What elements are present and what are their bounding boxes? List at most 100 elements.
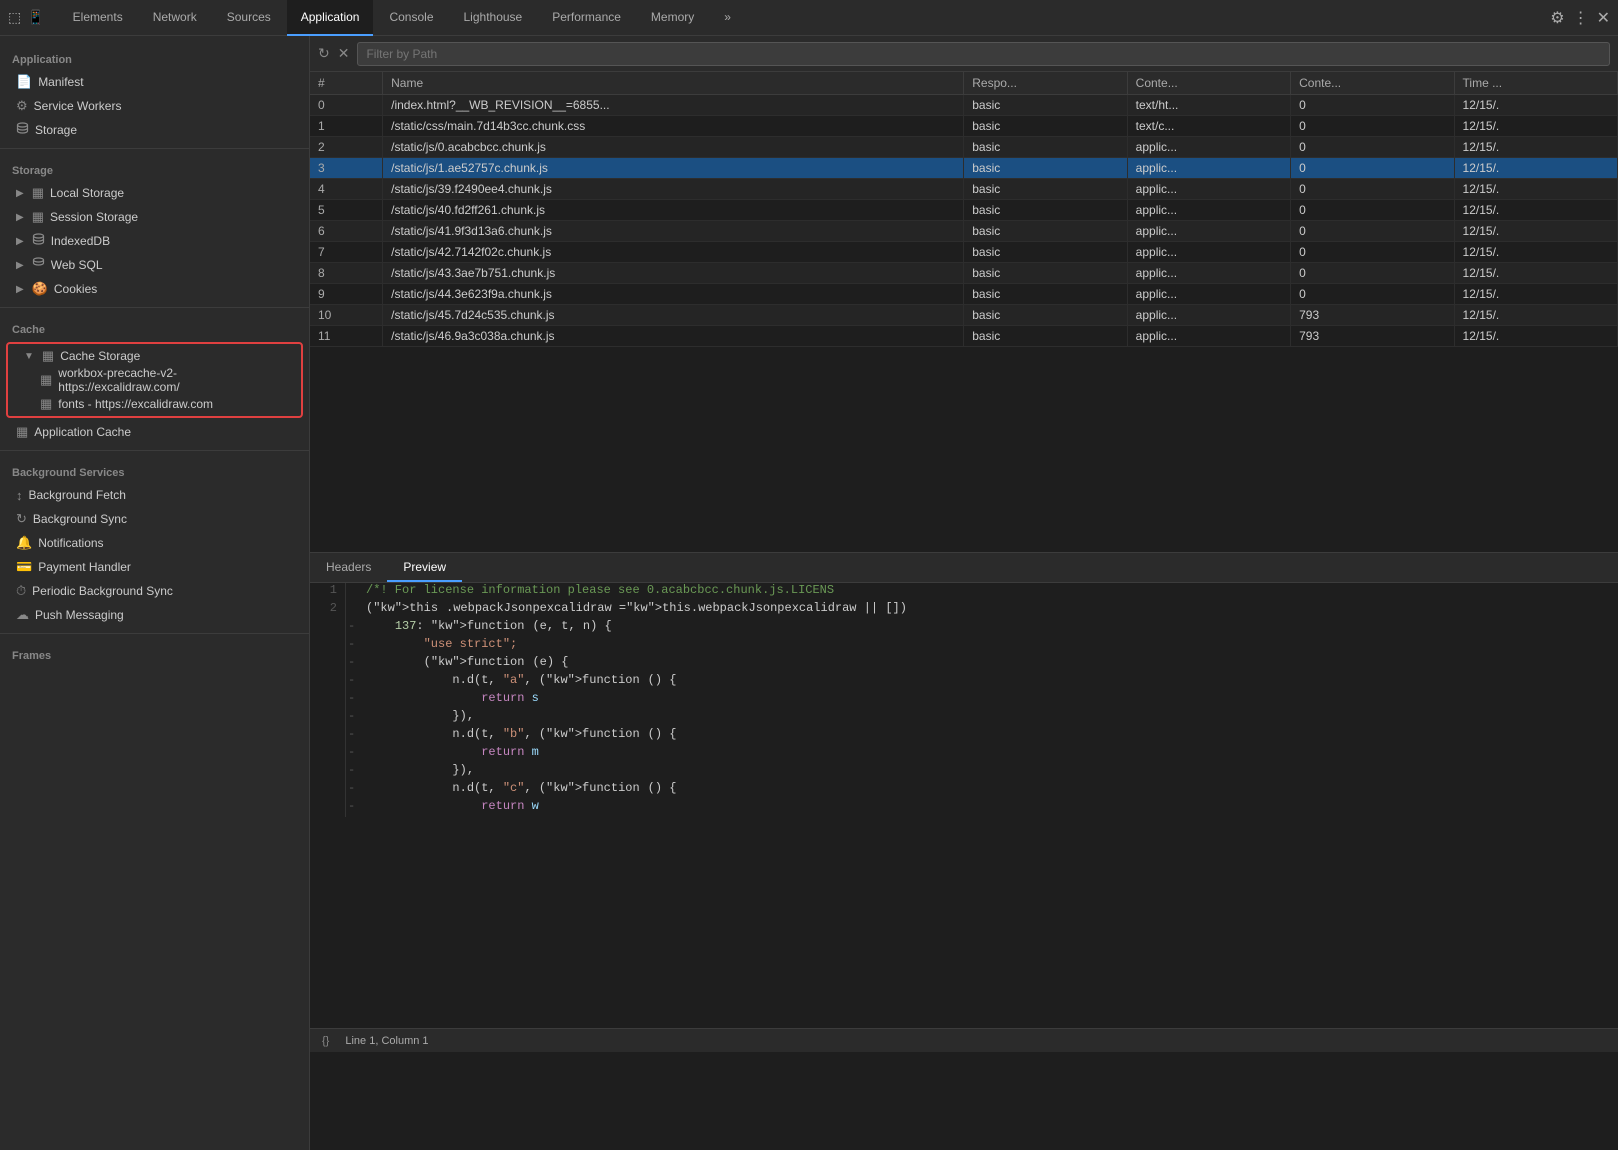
sidebar-section-storage: Storage bbox=[0, 155, 309, 181]
cell-response: basic bbox=[964, 263, 1127, 284]
cell-name: /static/js/0.acabcbcc.chunk.js bbox=[383, 137, 964, 158]
cell-response: basic bbox=[964, 179, 1127, 200]
sidebar-item-periodic-sync[interactable]: ⏱ Periodic Background Sync bbox=[0, 579, 309, 603]
sidebar-item-session-storage[interactable]: ▶ ▦ Session Storage bbox=[0, 205, 309, 229]
table-row[interactable]: 1 /static/css/main.7d14b3cc.chunk.css ba… bbox=[310, 116, 1618, 137]
cell-content-length: 793 bbox=[1291, 326, 1454, 347]
line-content: }), bbox=[358, 763, 482, 781]
sidebar-item-fonts-cache[interactable]: ▦ fonts - https://excalidraw.com bbox=[8, 392, 301, 416]
cell-name: /static/js/39.f2490ee4.chunk.js bbox=[383, 179, 964, 200]
cell-time: 12/15/. bbox=[1454, 242, 1617, 263]
tab-application[interactable]: Application bbox=[287, 0, 374, 36]
line-content: return s bbox=[358, 691, 547, 709]
close-icon[interactable]: ✕ bbox=[1597, 8, 1610, 28]
more-icon[interactable]: ⋮ bbox=[1573, 8, 1589, 28]
bg-fetch-icon: ↕ bbox=[16, 488, 23, 503]
tab-network[interactable]: Network bbox=[139, 0, 211, 36]
table-header-row: # Name Respo... Conte... Conte... Time .… bbox=[310, 72, 1618, 95]
table-row[interactable]: 2 /static/js/0.acabcbcc.chunk.js basic a… bbox=[310, 137, 1618, 158]
tab-preview[interactable]: Preview bbox=[387, 553, 462, 582]
sidebar-item-app-cache[interactable]: ▦ Application Cache bbox=[0, 420, 309, 444]
sidebar-item-websql[interactable]: ▶ Web SQL bbox=[0, 253, 309, 277]
sidebar-item-cookies[interactable]: ▶ 🍪 Cookies bbox=[0, 277, 309, 301]
table-row[interactable]: 9 /static/js/44.3e623f9a.chunk.js basic … bbox=[310, 284, 1618, 305]
app-cache-icon: ▦ bbox=[16, 424, 28, 440]
table-row[interactable]: 4 /static/js/39.f2490ee4.chunk.js basic … bbox=[310, 179, 1618, 200]
code-line: - return w bbox=[310, 799, 1618, 817]
table-row[interactable]: 3 /static/js/1.ae52757c.chunk.js basic a… bbox=[310, 158, 1618, 179]
table-row[interactable]: 7 /static/js/42.7142f02c.chunk.js basic … bbox=[310, 242, 1618, 263]
sidebar-section-frames: Frames bbox=[0, 640, 309, 666]
sidebar-item-service-workers[interactable]: ⚙ Service Workers bbox=[0, 94, 309, 118]
cell-response: basic bbox=[964, 116, 1127, 137]
cell-time: 12/15/. bbox=[1454, 284, 1617, 305]
cell-response: basic bbox=[964, 242, 1127, 263]
cookies-arrow: ▶ bbox=[16, 284, 24, 295]
cursor-icon[interactable]: ⬚ bbox=[8, 9, 21, 26]
tab-headers[interactable]: Headers bbox=[310, 553, 387, 582]
cell-content-type: applic... bbox=[1127, 179, 1290, 200]
line-number bbox=[310, 727, 346, 745]
line-content: /*! For license information please see 0… bbox=[358, 583, 842, 601]
sidebar-item-local-storage-label: Local Storage bbox=[50, 186, 124, 200]
cell-content-length: 0 bbox=[1291, 242, 1454, 263]
settings-icon[interactable]: ⚙ bbox=[1550, 8, 1564, 28]
tab-bar-right: ⚙ ⋮ ✕ bbox=[1550, 8, 1610, 28]
sidebar-item-local-storage[interactable]: ▶ ▦ Local Storage bbox=[0, 181, 309, 205]
sidebar-item-indexeddb[interactable]: ▶ IndexedDB bbox=[0, 229, 309, 253]
cell-num: 8 bbox=[310, 263, 383, 284]
toolbar-icons: ⬚ 📱 bbox=[8, 9, 45, 26]
col-header-time: Time ... bbox=[1454, 72, 1617, 95]
sidebar-item-bg-fetch[interactable]: ↕ Background Fetch bbox=[0, 483, 309, 507]
table-row[interactable]: 5 /static/js/40.fd2ff261.chunk.js basic … bbox=[310, 200, 1618, 221]
clear-icon[interactable]: ✕ bbox=[338, 45, 350, 62]
table-row[interactable]: 10 /static/js/45.7d24c535.chunk.js basic… bbox=[310, 305, 1618, 326]
tab-elements[interactable]: Elements bbox=[59, 0, 137, 36]
code-line: 2 ("kw">this.webpackJsonpexcalidraw = "k… bbox=[310, 601, 1618, 619]
col-header-content-type: Conte... bbox=[1127, 72, 1290, 95]
col-header-content-length: Conte... bbox=[1291, 72, 1454, 95]
cell-content-type: applic... bbox=[1127, 221, 1290, 242]
cache-storage-icon: ▦ bbox=[42, 348, 54, 364]
sidebar-item-push-messaging[interactable]: ☁ Push Messaging bbox=[0, 603, 309, 627]
push-messaging-icon: ☁ bbox=[16, 607, 29, 623]
tab-console[interactable]: Console bbox=[375, 0, 447, 36]
code-line: - n.d(t, "a", ("kw">function() { bbox=[310, 673, 1618, 691]
sidebar-item-workbox-cache[interactable]: ▦ workbox-precache-v2-https://excalidraw… bbox=[8, 368, 301, 392]
code-line: 1 /*! For license information please see… bbox=[310, 583, 1618, 601]
sidebar-item-app-cache-label: Application Cache bbox=[34, 425, 131, 439]
line-number bbox=[310, 709, 346, 727]
tab-lighthouse[interactable]: Lighthouse bbox=[450, 0, 537, 36]
table-row[interactable]: 6 /static/js/41.9f3d13a6.chunk.js basic … bbox=[310, 221, 1618, 242]
sidebar-item-storage-app[interactable]: Storage bbox=[0, 118, 309, 142]
cell-content-length: 0 bbox=[1291, 200, 1454, 221]
sidebar-item-cache-storage[interactable]: ▼ ▦ Cache Storage bbox=[8, 344, 301, 368]
sidebar-item-manifest[interactable]: 📄 Manifest bbox=[0, 70, 309, 94]
line-number bbox=[310, 637, 346, 655]
filter-input[interactable] bbox=[357, 42, 1610, 66]
main-layout: Application 📄 Manifest ⚙ Service Workers… bbox=[0, 36, 1618, 1150]
cell-response: basic bbox=[964, 158, 1127, 179]
table-row[interactable]: 8 /static/js/43.3ae7b751.chunk.js basic … bbox=[310, 263, 1618, 284]
sidebar-item-websql-label: Web SQL bbox=[51, 258, 103, 272]
tab-memory[interactable]: Memory bbox=[637, 0, 708, 36]
tab-sources[interactable]: Sources bbox=[213, 0, 285, 36]
tab-more[interactable]: » bbox=[710, 0, 745, 36]
table-row[interactable]: 11 /static/js/46.9a3c038a.chunk.js basic… bbox=[310, 326, 1618, 347]
refresh-icon[interactable]: ↻ bbox=[318, 45, 330, 62]
sidebar-item-bg-sync[interactable]: ↻ Background Sync bbox=[0, 507, 309, 531]
table-row[interactable]: 0 /index.html?__WB_REVISION__=6855... ba… bbox=[310, 95, 1618, 116]
cell-time: 12/15/. bbox=[1454, 326, 1617, 347]
line-dash: - bbox=[346, 745, 358, 763]
format-icon[interactable]: {} bbox=[322, 1035, 329, 1047]
device-icon[interactable]: 📱 bbox=[27, 9, 44, 26]
cell-content-length: 0 bbox=[1291, 95, 1454, 116]
sidebar-item-payment-handler[interactable]: 💳 Payment Handler bbox=[0, 555, 309, 579]
line-number: 1 bbox=[310, 583, 346, 601]
cell-name: /static/js/40.fd2ff261.chunk.js bbox=[383, 200, 964, 221]
cell-content-length: 0 bbox=[1291, 263, 1454, 284]
cell-name: /static/js/42.7142f02c.chunk.js bbox=[383, 242, 964, 263]
sidebar-item-notifications[interactable]: 🔔 Notifications bbox=[0, 531, 309, 555]
cell-content-length: 0 bbox=[1291, 137, 1454, 158]
tab-performance[interactable]: Performance bbox=[538, 0, 635, 36]
